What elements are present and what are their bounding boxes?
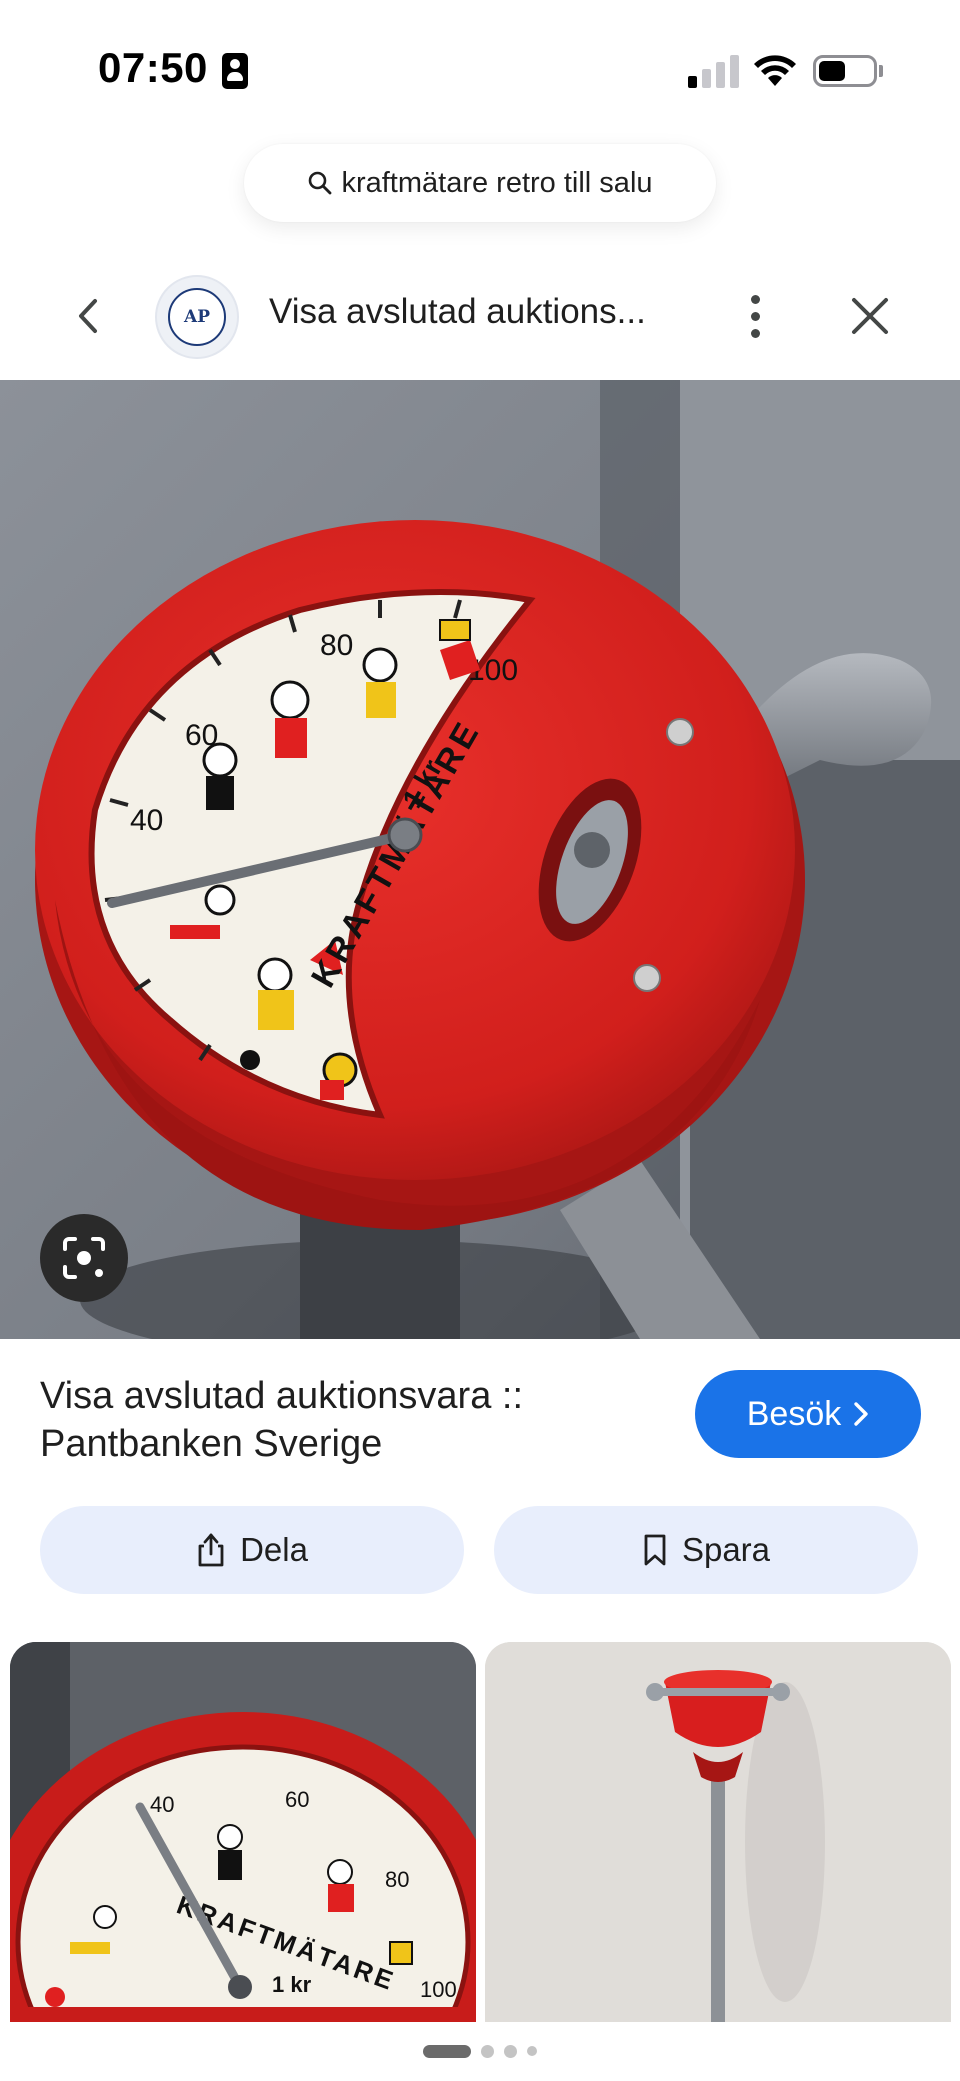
site-logo-mark: AP [168, 288, 226, 346]
page-dot-active[interactable] [423, 2044, 471, 2058]
visit-label: Besök [746, 1394, 842, 1433]
search-icon [309, 171, 332, 195]
thumb-dial-label-100: 100 [420, 1977, 457, 2002]
pagination-dots [0, 2040, 960, 2062]
main-product-image[interactable]: 40 60 80 100 KRAFTMÄTARE 1 kr [0, 380, 960, 1339]
dial-label-80: 80 [320, 629, 353, 662]
bookmark-icon [644, 1534, 666, 1566]
wifi-icon [754, 55, 796, 86]
thumb-dial-price: 1 kr [272, 1972, 312, 1997]
status-time: 07:50 [98, 44, 208, 91]
dial-label-40: 40 [130, 804, 163, 837]
strength-tester-photo: 40 60 80 100 KRAFTMÄTARE 1 kr [0, 380, 960, 1339]
close-button[interactable] [848, 294, 892, 338]
more-options-button[interactable] [740, 290, 770, 342]
thumb-dial-label-40: 40 [150, 1792, 174, 1817]
site-logo[interactable]: AP [155, 275, 239, 359]
search-query-text: kraftmätare retro till salu [341, 166, 653, 199]
visit-button[interactable]: Besök [695, 1370, 921, 1458]
result-header: AP Visa avslutad auktions... [0, 268, 960, 364]
back-button[interactable] [68, 292, 108, 340]
source-title[interactable]: Visa avslutad auktions... [269, 292, 646, 332]
search-query-pill[interactable]: kraftmätare retro till salu [244, 144, 716, 222]
related-image-1[interactable]: 40 60 80 100 KRAFTMÄTARE 1 kr [10, 1642, 476, 2022]
cellular-signal-icon [688, 54, 740, 88]
share-icon [198, 1533, 224, 1567]
full-machine-photo [485, 1642, 951, 2022]
share-label: Dela [240, 1531, 308, 1568]
chevron-left-icon [79, 299, 97, 333]
result-title[interactable]: Visa avslutad auktionsvara :: Pantbanken… [40, 1372, 660, 1468]
related-image-2[interactable] [485, 1642, 951, 2022]
lens-search-button[interactable] [40, 1214, 128, 1302]
page-dot[interactable] [527, 2046, 537, 2056]
status-bar: 07:50 [0, 0, 960, 140]
contact-card-icon [222, 53, 248, 89]
page-dot[interactable] [481, 2044, 494, 2058]
battery-cap [879, 65, 883, 77]
page-dot[interactable] [504, 2044, 517, 2058]
thumb-dial-label-60: 60 [285, 1787, 309, 1812]
more-vertical-icon [750, 294, 760, 304]
share-button[interactable]: Dela [40, 1506, 464, 1594]
dial-closeup-photo: 40 60 80 100 KRAFTMÄTARE 1 kr [10, 1642, 476, 2022]
thumb-dial-label-80: 80 [385, 1867, 409, 1892]
save-button[interactable]: Spara [494, 1506, 918, 1594]
save-label: Spara [681, 1531, 771, 1568]
lens-icon [63, 1237, 105, 1279]
chevron-right-icon [854, 1402, 868, 1426]
battery-icon [813, 55, 877, 87]
